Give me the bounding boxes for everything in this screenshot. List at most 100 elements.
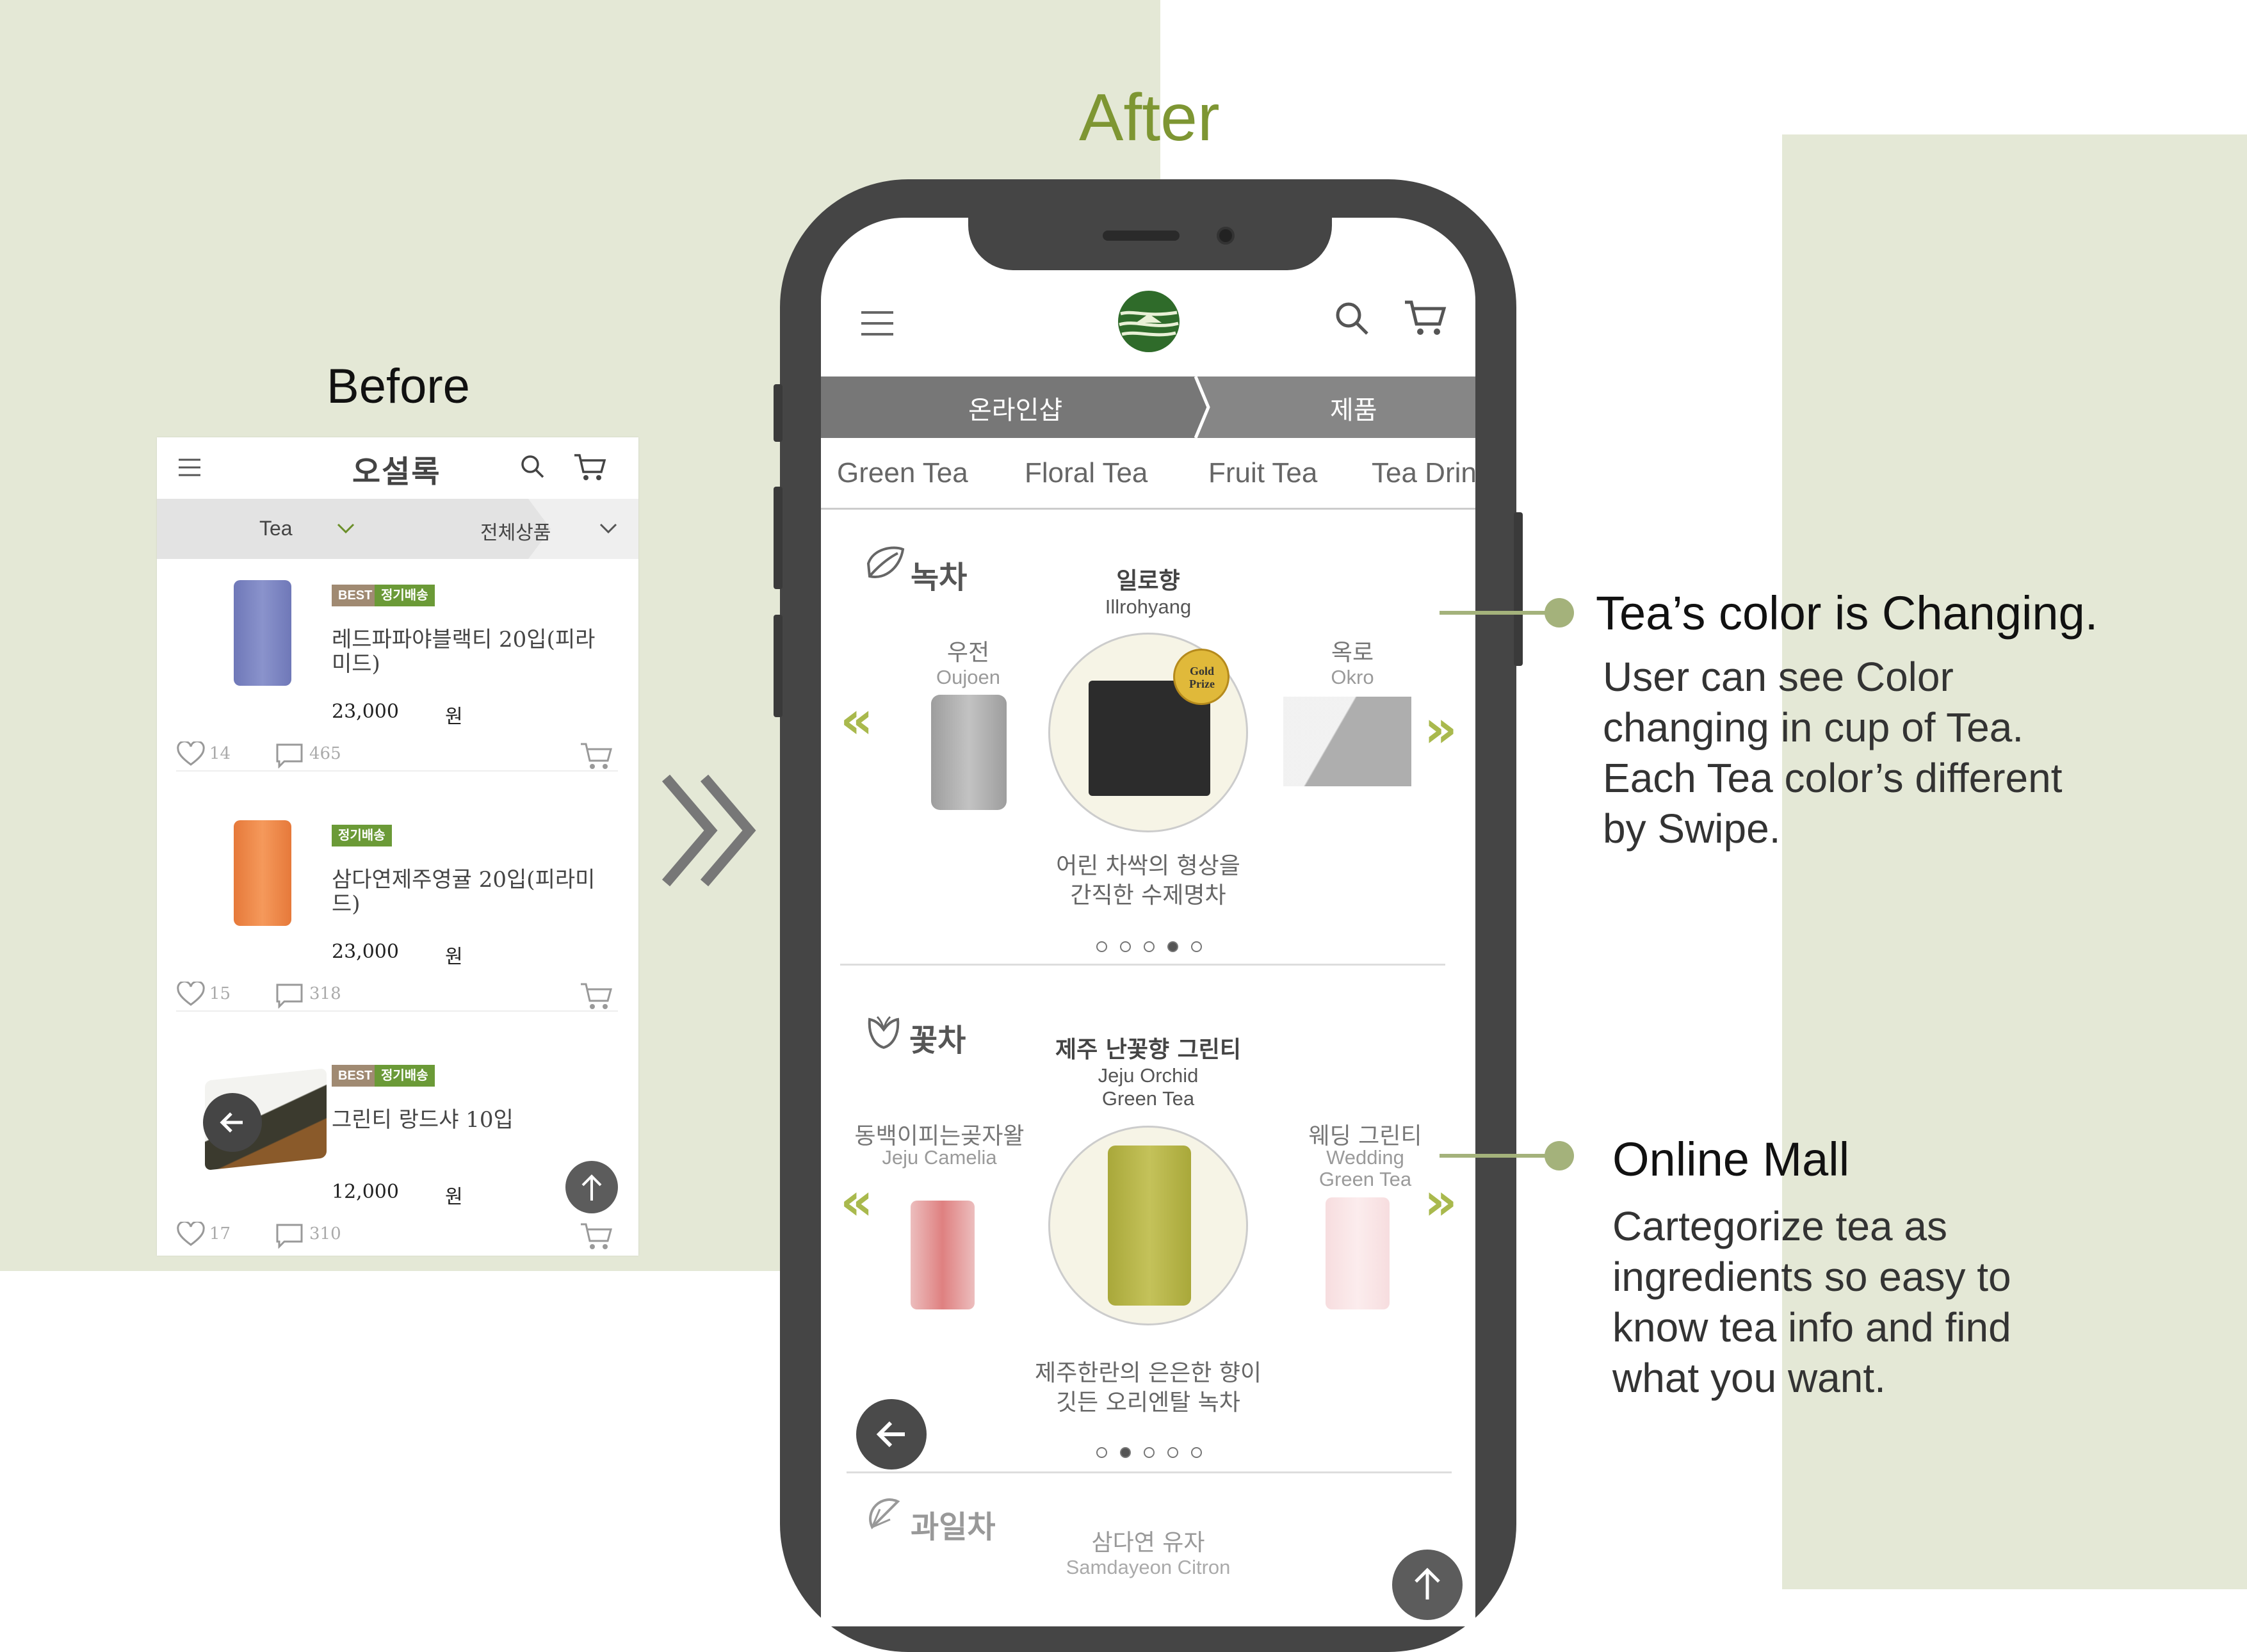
scroll-top-button[interactable]	[1392, 1550, 1463, 1620]
tab-tea-drink[interactable]: Tea Drin	[1372, 457, 1475, 489]
carousel-dot[interactable]	[1191, 1447, 1202, 1458]
product-name-english: Samdayeon Citron	[1066, 1556, 1231, 1578]
annotation-dot	[1545, 598, 1574, 628]
annotation-line: User can see Color	[1603, 654, 1954, 700]
product-name-english: Jeju Orchid	[1098, 1064, 1199, 1087]
tab-floral-tea[interactable]: Floral Tea	[1025, 457, 1148, 489]
product-image	[234, 820, 291, 926]
annotation-heading: Online Mall	[1612, 1133, 1850, 1186]
product-image[interactable]	[1283, 697, 1411, 786]
annotation-heading: Tea’s color is Changing.	[1596, 587, 2098, 640]
comment-count: 318	[309, 984, 341, 1003]
next-arrow[interactable]: »	[1424, 1172, 1457, 1231]
prev-arrow[interactable]: «	[840, 690, 873, 750]
description-line: 제주한란의 은은한 향이	[1034, 1360, 1262, 1386]
sub-category-select[interactable]: 전체상품	[480, 514, 628, 546]
like-count: 17	[209, 1224, 231, 1243]
arrow-up-icon	[1415, 1567, 1440, 1599]
carousel-dot[interactable]	[1191, 941, 1202, 952]
before-filter-bar: Tea 전체상품	[157, 499, 638, 559]
leaf-icon	[866, 546, 905, 578]
best-badge: BEST	[332, 1065, 379, 1087]
category-select-label: Tea	[259, 517, 293, 540]
product-image[interactable]	[1326, 1197, 1390, 1309]
like-count: 15	[209, 984, 231, 1003]
product-name-english: Green Tea	[1101, 1087, 1195, 1110]
carousel-dot-active[interactable]	[1167, 941, 1178, 952]
annotation-line: what you want.	[1612, 1355, 1886, 1401]
brand-logo[interactable]: 오설록	[352, 446, 441, 491]
tab-fruit-tea[interactable]: Fruit Tea	[1208, 457, 1317, 489]
product-image[interactable]	[931, 695, 1007, 810]
heart-icon[interactable]	[176, 741, 206, 767]
back-button[interactable]	[856, 1399, 927, 1470]
before-header: 오설록	[157, 437, 638, 499]
menu-icon[interactable]	[177, 458, 202, 477]
section-divider	[840, 964, 1445, 966]
next-arrow[interactable]: »	[1424, 699, 1457, 759]
comment-icon[interactable]	[275, 983, 304, 1008]
heart-icon[interactable]	[176, 982, 206, 1007]
annotation-line: Each Tea color’s different	[1603, 755, 2063, 801]
product-name[interactable]: 레드파파야블랙티 20입(피라미드)	[332, 628, 601, 676]
annotation-body: Cartegorize tea as ingredients so easy t…	[1612, 1201, 2011, 1404]
arrow-left-icon	[220, 1112, 243, 1133]
tab-green-tea[interactable]: Green Tea	[837, 457, 968, 489]
product-name-english: Jeju Camelia	[882, 1146, 997, 1169]
arrow-left-icon	[876, 1421, 905, 1448]
cart-icon[interactable]	[1404, 297, 1447, 338]
product-name-english: Okro	[1331, 666, 1374, 688]
search-icon[interactable]	[519, 453, 547, 481]
product-card[interactable]: BEST 정기배송 그린티 랑드샤 10입 12,000 원 17 310	[176, 1055, 618, 1256]
product-name-korean: 일로향	[1116, 568, 1180, 594]
product-description: 제주한란의 은은한 향이 깃든 오리엔탈 녹차	[1000, 1359, 1296, 1418]
search-icon[interactable]	[1333, 300, 1372, 338]
product-price: 23,000	[332, 700, 399, 723]
add-to-cart-icon[interactable]	[580, 740, 614, 771]
price-unit: 원	[445, 1186, 463, 1208]
product-name[interactable]: 삼다연제주영귤 20입(피라미드)	[332, 868, 601, 916]
back-button[interactable]	[203, 1093, 262, 1152]
comment-icon[interactable]	[275, 1223, 304, 1249]
phone-notch	[968, 211, 1332, 270]
cart-icon[interactable]	[573, 451, 608, 482]
section-title: 꽃차	[909, 1023, 966, 1058]
menu-icon[interactable]	[859, 311, 895, 336]
product-image	[1108, 1146, 1191, 1306]
breadcrumb-bar	[821, 377, 1475, 438]
product-name[interactable]: 그린티 랑드샤 10입	[332, 1108, 601, 1132]
annotation-line: by Swipe.	[1603, 806, 1781, 852]
prev-arrow[interactable]: «	[840, 1172, 873, 1231]
annotation-line: changing in cup of Tea.	[1603, 704, 2024, 750]
add-to-cart-icon[interactable]	[580, 980, 614, 1011]
comment-icon[interactable]	[275, 743, 304, 768]
featured-product-circle[interactable]: Gold Prize	[1048, 633, 1248, 832]
breadcrumb-products[interactable]: 제품	[1330, 389, 1377, 426]
scroll-top-button[interactable]	[565, 1161, 618, 1213]
carousel-dot[interactable]	[1096, 941, 1107, 952]
product-name-korean: 삼다연 유자	[1091, 1530, 1205, 1556]
after-title: After	[1079, 81, 1220, 155]
carousel-dot[interactable]	[1120, 941, 1131, 952]
carousel-dot[interactable]	[1144, 941, 1155, 952]
brand-logo-icon[interactable]	[1117, 289, 1181, 353]
breadcrumb-online-shop[interactable]: 온라인샵	[968, 389, 1062, 426]
subscription-badge: 정기배송	[375, 1065, 435, 1087]
like-count: 14	[209, 744, 231, 763]
subscription-badge: 정기배송	[375, 585, 435, 606]
add-to-cart-icon[interactable]	[580, 1220, 614, 1251]
comment-count: 310	[309, 1224, 341, 1243]
product-card[interactable]: BEST 정기배송 레드파파야블랙티 20입(피라미드) 23,000 원 14…	[176, 575, 618, 813]
carousel-dot[interactable]	[1096, 1447, 1107, 1458]
heart-icon[interactable]	[176, 1222, 206, 1247]
product-name-english: Wedding	[1326, 1146, 1404, 1169]
price-unit: 원	[445, 706, 463, 728]
carousel-dot[interactable]	[1167, 1447, 1178, 1458]
side-button	[774, 615, 783, 717]
product-card[interactable]: 정기배송 삼다연제주영귤 20입(피라미드) 23,000 원 15 318	[176, 815, 618, 1053]
carousel-dot-active[interactable]	[1120, 1447, 1131, 1458]
product-image[interactable]	[911, 1201, 975, 1309]
carousel-dot[interactable]	[1144, 1447, 1155, 1458]
product-image	[234, 580, 291, 686]
featured-product-circle[interactable]	[1048, 1126, 1248, 1325]
